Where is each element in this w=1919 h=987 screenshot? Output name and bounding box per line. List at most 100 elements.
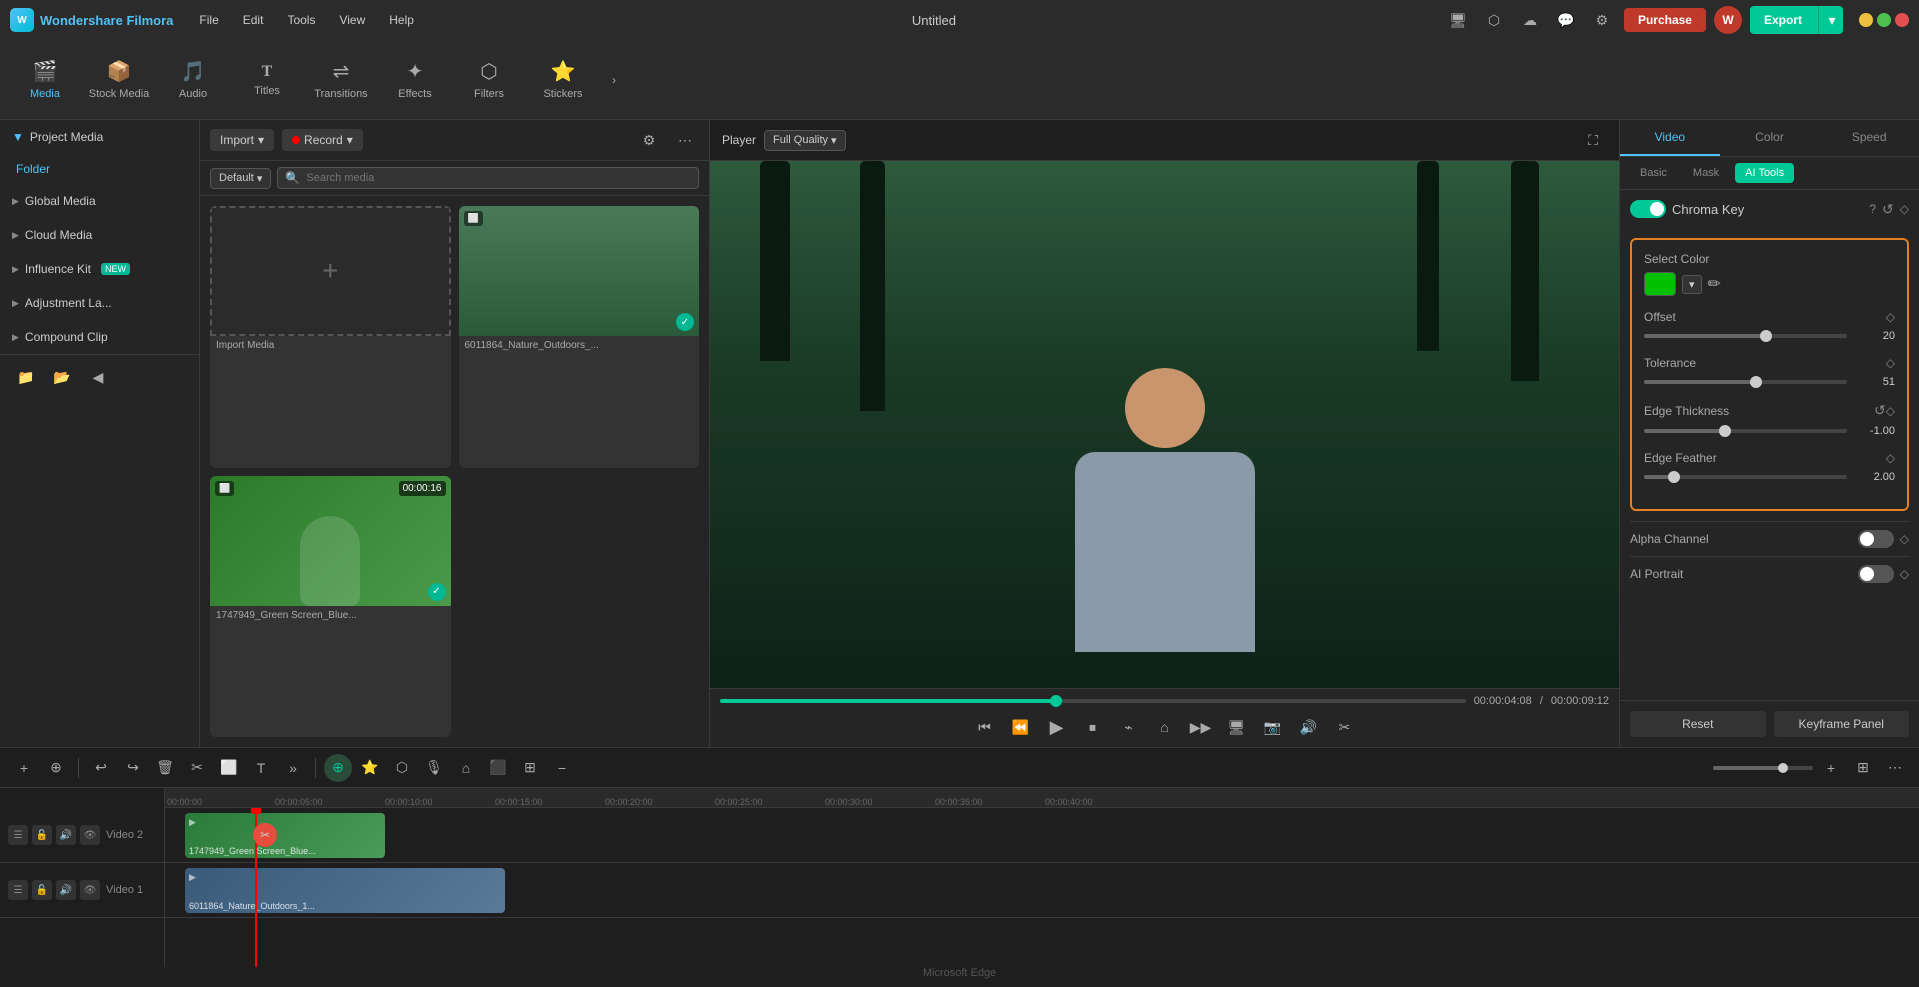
export-button[interactable]: Export [1750, 8, 1816, 32]
menu-view[interactable]: View [329, 9, 375, 31]
tl-zoom-thumb[interactable] [1778, 763, 1788, 773]
fullscreen-icon[interactable]: ⛶ [1579, 126, 1607, 154]
tl-text-icon[interactable]: T [247, 754, 275, 782]
track-video2-volume[interactable]: 🔊 [56, 825, 76, 845]
tolerance-diamond-icon[interactable]: ◇ [1886, 356, 1895, 370]
record-button[interactable]: Record ▾ [282, 129, 363, 151]
help-icon[interactable]: 💬 [1552, 6, 1580, 34]
menu-tools[interactable]: Tools [277, 9, 325, 31]
step-back-button[interactable]: ⏪ [1007, 713, 1035, 741]
sub-tab-ai-tools[interactable]: AI Tools [1735, 163, 1794, 183]
sub-tab-mask[interactable]: Mask [1683, 163, 1729, 183]
sidebar-item-influence-kit[interactable]: ▶ Influence Kit NEW [0, 252, 199, 286]
sidebar-item-adjustment-layer[interactable]: ▶ Adjustment La... [0, 286, 199, 320]
tl-mask-icon[interactable]: ⬡ [388, 754, 416, 782]
tl-more-icon[interactable]: » [279, 754, 307, 782]
tl-keyframe-icon[interactable]: ⌂ [452, 754, 480, 782]
chroma-diamond-icon[interactable]: ◇ [1900, 202, 1909, 216]
sidebar-folder[interactable]: Folder [0, 154, 199, 184]
tl-add-track-icon[interactable]: + [10, 754, 38, 782]
track-video2-menu[interactable]: ☰ [8, 825, 28, 845]
tl-more2-icon[interactable]: ⋯ [1881, 754, 1909, 782]
add-folder-icon[interactable]: 📁 [12, 363, 40, 391]
track-video2-lock[interactable]: 🔓 [32, 825, 52, 845]
avatar[interactable]: W [1714, 6, 1742, 34]
eyedropper-icon[interactable]: ✏ [1708, 274, 1721, 294]
toolbar-media[interactable]: 🎬 Media [10, 45, 80, 115]
track-video1-lock[interactable]: 🔓 [32, 880, 52, 900]
share-icon[interactable]: ⬡ [1480, 6, 1508, 34]
tl-cut-icon[interactable]: ✂ [183, 754, 211, 782]
toolbar-audio[interactable]: 🎵 Audio [158, 45, 228, 115]
snapshot-button[interactable]: 🖥 [1223, 713, 1251, 741]
toolbar-transitions[interactable]: ⇌ Transitions [306, 45, 376, 115]
minimize-button[interactable] [1859, 13, 1873, 27]
tl-redo-icon[interactable]: ↪ [119, 754, 147, 782]
new-folder-icon[interactable]: 📂 [48, 363, 76, 391]
ai-portrait-diamond[interactable]: ◇ [1900, 567, 1909, 581]
purchase-button[interactable]: Purchase [1624, 8, 1706, 32]
edge-thickness-slider[interactable] [1644, 429, 1847, 433]
color-dropdown[interactable]: ▾ [1682, 275, 1702, 294]
progress-bar[interactable] [720, 699, 1466, 703]
stop-button[interactable]: ⏹ [1079, 713, 1107, 741]
offset-slider[interactable] [1644, 334, 1847, 338]
toolbar-filters[interactable]: ⬡ Filters [454, 45, 524, 115]
track-video2-eye[interactable]: 👁 [80, 825, 100, 845]
tl-undo-icon[interactable]: ↩ [87, 754, 115, 782]
tl-zoom-bar[interactable] [1713, 766, 1813, 770]
chroma-key-toggle[interactable] [1630, 200, 1666, 218]
media-item-import[interactable]: + Import Media [210, 206, 451, 468]
menu-edit[interactable]: Edit [233, 9, 274, 31]
tl-effects-icon[interactable]: ⭐ [356, 754, 384, 782]
menu-file[interactable]: File [189, 9, 228, 31]
tl-grid-icon[interactable]: ⊞ [1849, 754, 1877, 782]
chroma-reset-icon[interactable]: ↺ [1882, 201, 1894, 218]
color-swatch[interactable] [1644, 272, 1676, 296]
sub-tab-basic[interactable]: Basic [1630, 163, 1677, 183]
quality-select[interactable]: Full Quality ▾ [764, 130, 846, 151]
track-clip-green-screen[interactable]: ▶ 1747949_Green Screen_Blue... [185, 813, 385, 858]
mark-out-button[interactable]: ⌂ [1151, 713, 1179, 741]
tl-crop-icon[interactable]: ⬜ [215, 754, 243, 782]
tl-magnet-icon[interactable]: ⊕ [42, 754, 70, 782]
maximize-button[interactable] [1877, 13, 1891, 27]
tl-plus-icon[interactable]: + [1817, 754, 1845, 782]
track-video1-eye[interactable]: 👁 [80, 880, 100, 900]
tab-video[interactable]: Video [1620, 120, 1720, 156]
import-button[interactable]: Import ▾ [210, 129, 274, 151]
mark-in-button[interactable]: ⌁ [1115, 713, 1143, 741]
close-button[interactable] [1895, 13, 1909, 27]
tolerance-slider[interactable] [1644, 380, 1847, 384]
default-select[interactable]: Default ▾ [210, 168, 271, 189]
offset-diamond-icon[interactable]: ◇ [1886, 310, 1895, 324]
toolbar-stock-media[interactable]: 📦 Stock Media [84, 45, 154, 115]
track-video1-volume[interactable]: 🔊 [56, 880, 76, 900]
menu-help[interactable]: Help [379, 9, 424, 31]
media-item-nature[interactable]: ⬜ ✓ 6011864_Nature_Outdoors_... [459, 206, 700, 468]
reset-button[interactable]: Reset [1630, 711, 1766, 737]
export-dropdown-icon[interactable]: ▾ [1821, 6, 1843, 34]
volume-button[interactable]: 🔊 [1295, 713, 1323, 741]
tab-speed[interactable]: Speed [1819, 120, 1919, 156]
toolbar-effects[interactable]: ✦ Effects [380, 45, 450, 115]
tl-compound-icon[interactable]: ⬛ [484, 754, 512, 782]
edge-feather-diamond-icon[interactable]: ◇ [1886, 451, 1895, 465]
collapse-sidebar-icon[interactable]: ◀ [84, 363, 112, 391]
play-button[interactable]: ▶ [1043, 713, 1071, 741]
tab-color[interactable]: Color [1720, 120, 1820, 156]
edge-thickness-reset-icon[interactable]: ↺ [1874, 402, 1886, 419]
tl-ai-icon[interactable]: ⊕ [324, 754, 352, 782]
search-input[interactable] [277, 167, 699, 189]
offset-thumb[interactable] [1760, 330, 1772, 342]
media-item-green-screen[interactable]: 00:00:16 ⬜ ✓ 1747949_Green Screen_Blue..… [210, 476, 451, 738]
tolerance-thumb[interactable] [1750, 376, 1762, 388]
screenshot-button[interactable]: 📷 [1259, 713, 1287, 741]
chroma-question-icon[interactable]: ? [1869, 202, 1876, 216]
track-video1-menu[interactable]: ☰ [8, 880, 28, 900]
sidebar-item-cloud-media[interactable]: ▶ Cloud Media [0, 218, 199, 252]
cloud-icon[interactable]: ☁ [1516, 6, 1544, 34]
edge-thickness-diamond-icon[interactable]: ◇ [1886, 404, 1895, 418]
sidebar-item-project-media[interactable]: ▼ Project Media [0, 120, 199, 154]
crop-button[interactable]: ✂ [1331, 713, 1359, 741]
